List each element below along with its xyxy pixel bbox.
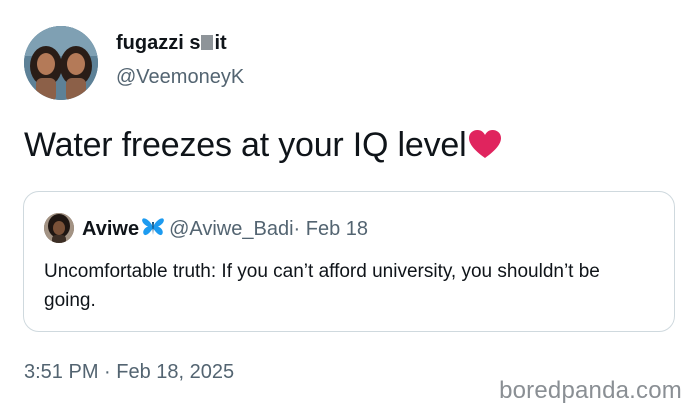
quoted-tweet-card[interactable]: Aviwe @Aviwe_Badi· Feb 18 Uncomfortable t… [23,191,675,332]
tweet-text: Water freezes at your IQ level [24,126,502,168]
author-handle[interactable]: @VeemoneyK [116,66,244,89]
display-name-prefix: fugazzi s [116,32,201,54]
author-avatar[interactable] [24,26,98,100]
red-heart-icon [468,129,502,168]
display-name-suffix: it [214,32,227,54]
quoted-author-avatar[interactable] [44,213,74,243]
quoted-tweet-date[interactable]: Feb 18 [300,218,368,240]
watermark: boredpanda.com [499,377,682,404]
quoted-author-name[interactable]: Aviwe [82,218,139,240]
quoted-tweet-date-text: Feb 18 [305,218,369,240]
blue-butterfly-icon [141,217,165,243]
quoted-author-handle[interactable]: @Aviwe_Badi [169,218,293,240]
tweet-text-content: Water freezes at your IQ level [24,126,467,164]
quoted-tweet-text: Uncomfortable truth: If you can’t afford… [44,261,600,311]
author-display-name[interactable]: fugazzi s it [116,32,227,55]
quoted-tweet-header: Aviwe @Aviwe_Badi· Feb 18 [82,217,368,243]
tweet-timestamp[interactable]: 3:51 PM · Feb 18, 2025 [24,361,234,384]
censor-block [201,35,214,50]
